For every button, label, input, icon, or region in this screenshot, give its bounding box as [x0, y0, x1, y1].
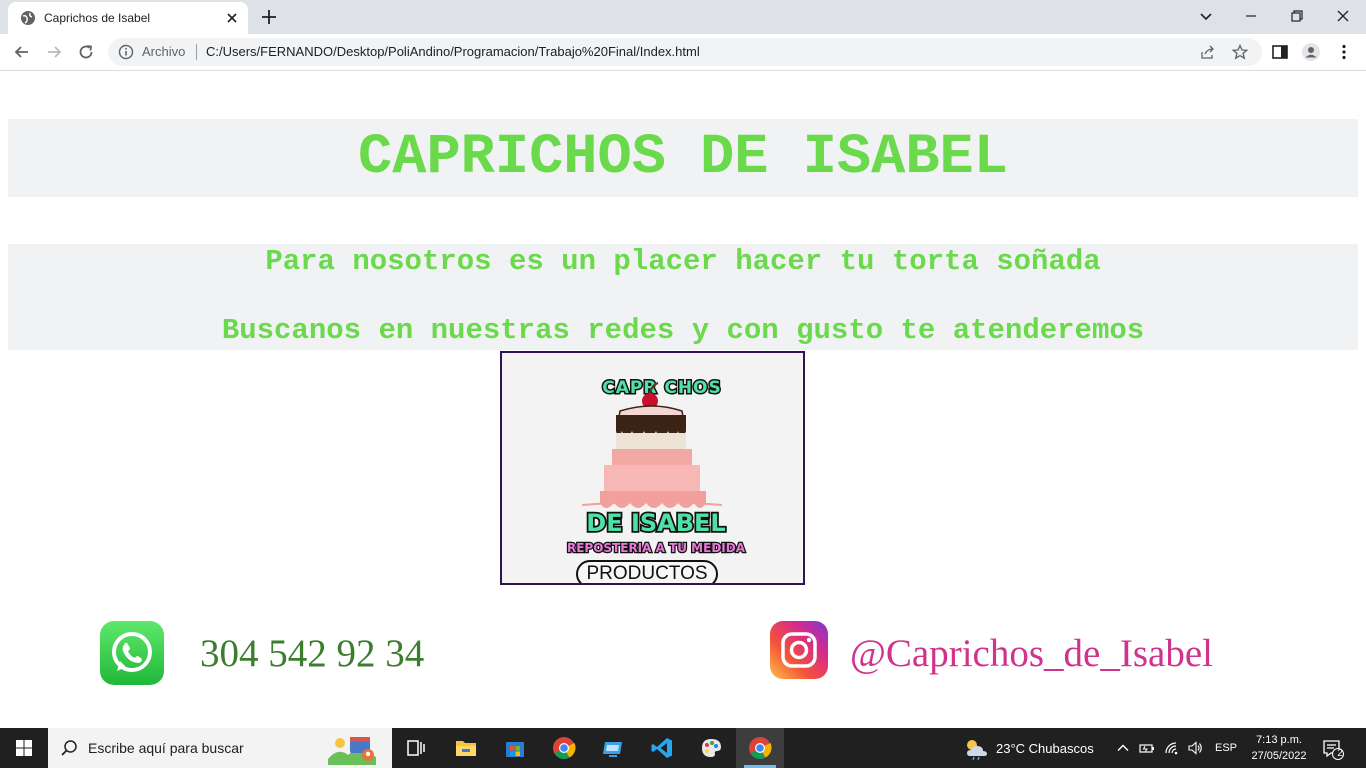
- tagline-line-2: Buscanos en nuestras redes y con gusto t…: [221, 314, 1145, 347]
- chrome-icon: [553, 737, 576, 759]
- cake-logo-image: CAPR CHOS DE ISABEL REPOSTERIA A TU MEDI…: [566, 377, 747, 557]
- chrome-icon: [749, 737, 772, 759]
- svg-text:CAPR CHOS: CAPR CHOS: [602, 378, 722, 398]
- bookmark-star-icon[interactable]: [1232, 44, 1248, 60]
- restore-icon[interactable]: [1287, 6, 1307, 26]
- page-title: CAPRICHOS DE ISABEL: [358, 126, 1008, 190]
- clock-time: 7:13 p.m.: [1256, 734, 1302, 746]
- instagram-handle[interactable]: @Caprichos_de_Isabel: [850, 630, 1213, 678]
- url-text[interactable]: C:/Users/FERNANDO/Desktop/PoliAndino/Pro…: [206, 44, 700, 60]
- notification-count: 2: [1337, 748, 1343, 759]
- phone-number[interactable]: 304 542 92 34: [200, 630, 424, 678]
- close-tab-icon[interactable]: [224, 10, 240, 26]
- browser-toolbar: Archivo C:/Users/FERNANDO/Desktop/PoliAn…: [0, 34, 1366, 71]
- svg-text:REPOSTERIA A TU MEDIDA: REPOSTERIA A TU MEDIDA: [567, 541, 746, 555]
- wifi-icon[interactable]: [1163, 740, 1179, 756]
- clock-date: 27/05/2022: [1251, 750, 1307, 762]
- back-icon[interactable]: [12, 42, 32, 62]
- tagline-banner: Para nosotros es un placer hacer tu tort…: [8, 244, 1358, 350]
- close-window-icon[interactable]: [1333, 6, 1353, 26]
- forward-icon[interactable]: [44, 42, 64, 62]
- weather-text[interactable]: 23°C Chubascos: [996, 741, 1094, 757]
- monitor-app-icon: [603, 742, 622, 757]
- whatsapp-icon[interactable]: [100, 621, 164, 685]
- tab-title: Caprichos de Isabel: [44, 11, 151, 25]
- share-icon[interactable]: [1200, 44, 1216, 60]
- tagline-line-1: Para nosotros es un placer hacer tu tort…: [265, 245, 1101, 278]
- weather-cloud-sun-icon[interactable]: [964, 736, 990, 760]
- microsoft-store-button[interactable]: [491, 728, 539, 768]
- title-banner: CAPRICHOS DE ISABEL: [8, 119, 1358, 197]
- screen-app-button[interactable]: [589, 728, 637, 768]
- browser-tabstrip: Caprichos de Isabel: [0, 0, 1366, 34]
- instagram-icon[interactable]: [770, 621, 828, 679]
- logo-slogan-text: REPOSTERIA A TU MEDIDA: [566, 540, 747, 557]
- origin-chip: Archivo: [142, 44, 186, 59]
- task-view-icon: [407, 740, 425, 756]
- address-separator: [196, 44, 197, 60]
- search-highlight-icon: [328, 737, 376, 765]
- side-panel-icon[interactable]: [1270, 42, 1290, 62]
- volume-icon[interactable]: [1187, 740, 1203, 756]
- profile-avatar-icon[interactable]: [1301, 42, 1321, 62]
- search-icon: [61, 740, 77, 756]
- clock[interactable]: 7:13 p.m. 27/05/2022: [1244, 732, 1314, 764]
- logo-frame: CAPR CHOS DE ISABEL REPOSTERIA A TU MEDI…: [500, 351, 805, 585]
- taskbar: Escribe aquí para buscar 23°C Chubascos …: [0, 728, 1366, 768]
- paint-button[interactable]: [687, 728, 735, 768]
- new-tab-icon[interactable]: [260, 8, 278, 26]
- chrome-active-button[interactable]: [736, 728, 784, 768]
- task-view-button[interactable]: [392, 728, 440, 768]
- logo-brand-bottom-text: DE ISABEL: [585, 507, 728, 539]
- battery-icon[interactable]: [1139, 740, 1155, 756]
- logo-brand-top-text: CAPR CHOS: [601, 377, 723, 400]
- browser-tab[interactable]: Caprichos de Isabel: [8, 2, 248, 34]
- input-language[interactable]: ESP: [1215, 741, 1237, 755]
- chrome-button[interactable]: [540, 728, 588, 768]
- minimize-icon[interactable]: [1241, 6, 1261, 26]
- info-icon[interactable]: [118, 44, 134, 60]
- svg-text:DE ISABEL: DE ISABEL: [586, 509, 725, 537]
- products-button[interactable]: PRODUCTOS: [576, 560, 718, 583]
- chevron-up-icon[interactable]: [1115, 740, 1131, 756]
- folder-icon: [456, 741, 476, 756]
- reload-icon[interactable]: [76, 42, 96, 62]
- globe-icon: [21, 11, 35, 25]
- taskbar-search-box[interactable]: Escribe aquí para buscar: [48, 728, 392, 768]
- vscode-icon: [651, 738, 672, 758]
- search-placeholder: Escribe aquí para buscar: [88, 740, 244, 756]
- address-bar[interactable]: Archivo C:/Users/FERNANDO/Desktop/PoliAn…: [108, 38, 1262, 66]
- palette-icon: [702, 739, 721, 757]
- menu-kebab-icon[interactable]: [1334, 42, 1354, 62]
- windows-logo-icon: [16, 740, 32, 756]
- file-explorer-button[interactable]: [442, 728, 490, 768]
- tab-search-icon[interactable]: [1196, 6, 1216, 26]
- start-button[interactable]: [0, 728, 48, 768]
- vscode-button[interactable]: [638, 728, 686, 768]
- store-icon: [506, 742, 524, 757]
